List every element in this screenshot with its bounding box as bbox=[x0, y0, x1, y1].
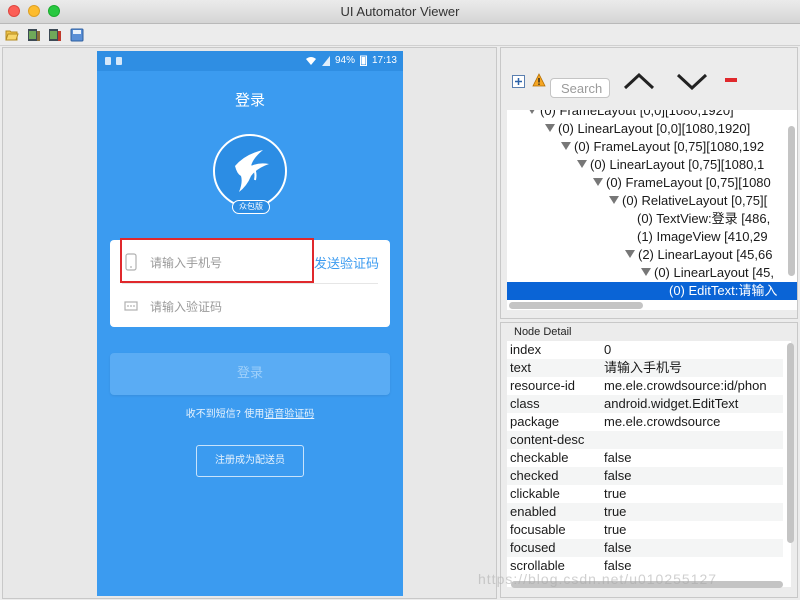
detail-row[interactable]: text 请输入手机号 bbox=[507, 359, 783, 377]
node-detail-table[interactable]: index 0 text 请输入手机号 resource-id me.ele.crow… bbox=[507, 341, 791, 587]
expand-all-icon[interactable] bbox=[512, 75, 525, 88]
expand-triangle-icon bbox=[577, 160, 587, 168]
collapse-icon[interactable] bbox=[725, 78, 737, 83]
device-screenshot-icon[interactable] bbox=[27, 28, 41, 42]
tree-node[interactable]: (0) FrameLayout [0,75][1080,192 bbox=[561, 138, 764, 156]
sms-hint: 收不到短信? 使用语音验证码 bbox=[97, 405, 403, 420]
tree-horizontal-scrollbar[interactable] bbox=[509, 302, 643, 309]
detail-row[interactable]: focusable true bbox=[507, 521, 783, 539]
code-placeholder: 请输入验证码 bbox=[150, 300, 223, 314]
tree-node[interactable]: (1) ImageView [410,29 bbox=[637, 228, 768, 246]
page-title: 登录 bbox=[234, 91, 265, 109]
node-detail-label: Node Detail bbox=[514, 326, 572, 338]
expand-triangle-icon bbox=[609, 196, 619, 204]
app-logo bbox=[213, 134, 287, 208]
battery-icon bbox=[359, 55, 367, 66]
login-button[interactable]: 登录 bbox=[110, 353, 390, 395]
warning-icon[interactable] bbox=[532, 73, 546, 87]
phone-placeholder: 请输入手机号 bbox=[150, 256, 223, 270]
search-placeholder: Search bbox=[561, 81, 603, 96]
detail-vertical-scrollbar[interactable] bbox=[787, 343, 794, 543]
wifi-icon bbox=[305, 56, 316, 65]
detail-row[interactable]: class android.widget.EditText bbox=[507, 395, 783, 413]
notification-icons bbox=[105, 57, 122, 65]
detail-row[interactable]: resource-id me.ele.crowdsource:id/phon bbox=[507, 377, 783, 395]
hierarchy-panel: Search (0) FrameLayout [0,0][1080,1920] … bbox=[500, 47, 798, 319]
expand-triangle-icon bbox=[561, 142, 571, 150]
hierarchy-tree[interactable]: (0) FrameLayout [0,0][1080,1920] (0) Lin… bbox=[507, 110, 797, 310]
send-code-button[interactable]: 发送验证码 bbox=[314, 253, 379, 272]
code-input[interactable]: 请输入验证码 bbox=[110, 284, 390, 327]
tree-node[interactable]: (2) LinearLayout [45,66 bbox=[625, 246, 772, 264]
verification-code-icon bbox=[124, 301, 138, 311]
status-time: 17:13 bbox=[371, 55, 397, 66]
voice-code-link[interactable]: 语音验证码 bbox=[264, 409, 314, 420]
tree-node[interactable]: (0) FrameLayout [0,75][1080 bbox=[593, 174, 771, 192]
expand-triangle-icon bbox=[545, 124, 555, 132]
tree-node-selected[interactable]: (0) EditText:请输入 bbox=[507, 282, 797, 300]
register-button[interactable]: 注册成为配送员 bbox=[196, 445, 304, 477]
device-screenshot[interactable]: 94% 17:13 登录 众包版 请输入手机号 发送验证码 请输入验证码 登录 … bbox=[97, 51, 403, 596]
phone-input[interactable]: 请输入手机号 发送验证码 bbox=[110, 240, 390, 283]
phone-icon bbox=[125, 253, 137, 271]
sms-hint-text: 收不到短信? 使用 bbox=[185, 409, 265, 420]
detail-row[interactable]: index 0 bbox=[507, 341, 783, 359]
status-bar: 94% 17:13 bbox=[97, 51, 403, 71]
main-toolbar bbox=[0, 24, 800, 46]
detail-row[interactable]: checkable false bbox=[507, 449, 783, 467]
battery-level: 94% bbox=[334, 55, 355, 66]
detail-row[interactable]: enabled true bbox=[507, 503, 783, 521]
expand-triangle-icon bbox=[527, 110, 537, 114]
folder-open-icon[interactable] bbox=[5, 28, 19, 42]
tree-vertical-scrollbar[interactable] bbox=[788, 126, 795, 276]
window-title-bar: UI Automator Viewer bbox=[0, 0, 800, 24]
tree-node[interactable]: (0) TextView:登录 [486, bbox=[637, 210, 770, 228]
save-icon[interactable] bbox=[70, 28, 84, 42]
search-input[interactable]: Search bbox=[550, 78, 610, 98]
tree-node[interactable]: (0) FrameLayout [0,0][1080,1920] bbox=[527, 110, 734, 120]
expand-triangle-icon bbox=[625, 250, 635, 258]
expand-triangle-icon bbox=[641, 268, 651, 276]
logo-badge: 众包版 bbox=[232, 200, 270, 214]
tree-node[interactable]: (0) LinearLayout [0,75][1080,1 bbox=[577, 156, 764, 174]
detail-row[interactable]: checked false bbox=[507, 467, 783, 485]
hummingbird-icon bbox=[235, 150, 269, 192]
watermark: https://blog.csdn.net/u010255127 bbox=[478, 571, 718, 587]
expand-triangle-icon bbox=[593, 178, 603, 186]
device-screenshot-compressed-icon[interactable] bbox=[48, 28, 62, 42]
previous-arrow-icon[interactable] bbox=[623, 72, 655, 90]
detail-row[interactable]: package me.ele.crowdsource bbox=[507, 413, 783, 431]
next-arrow-icon[interactable] bbox=[676, 72, 708, 90]
detail-row[interactable]: clickable true bbox=[507, 485, 783, 503]
detail-row[interactable]: content-desc bbox=[507, 431, 783, 449]
login-form: 请输入手机号 发送验证码 请输入验证码 bbox=[110, 240, 390, 327]
window-title: UI Automator Viewer bbox=[340, 4, 460, 19]
tree-node[interactable]: (0) LinearLayout [45, bbox=[641, 264, 774, 282]
detail-row[interactable]: focused false bbox=[507, 539, 783, 557]
hierarchy-toolbar: Search bbox=[501, 48, 797, 110]
signal-icon bbox=[321, 55, 330, 66]
tree-node[interactable]: (0) LinearLayout [0,0][1080,1920] bbox=[545, 120, 750, 138]
node-detail-panel: Node Detail index 0 text 请输入手机号 resource-i… bbox=[500, 322, 798, 598]
tree-node[interactable]: (0) RelativeLayout [0,75][ bbox=[609, 192, 767, 210]
